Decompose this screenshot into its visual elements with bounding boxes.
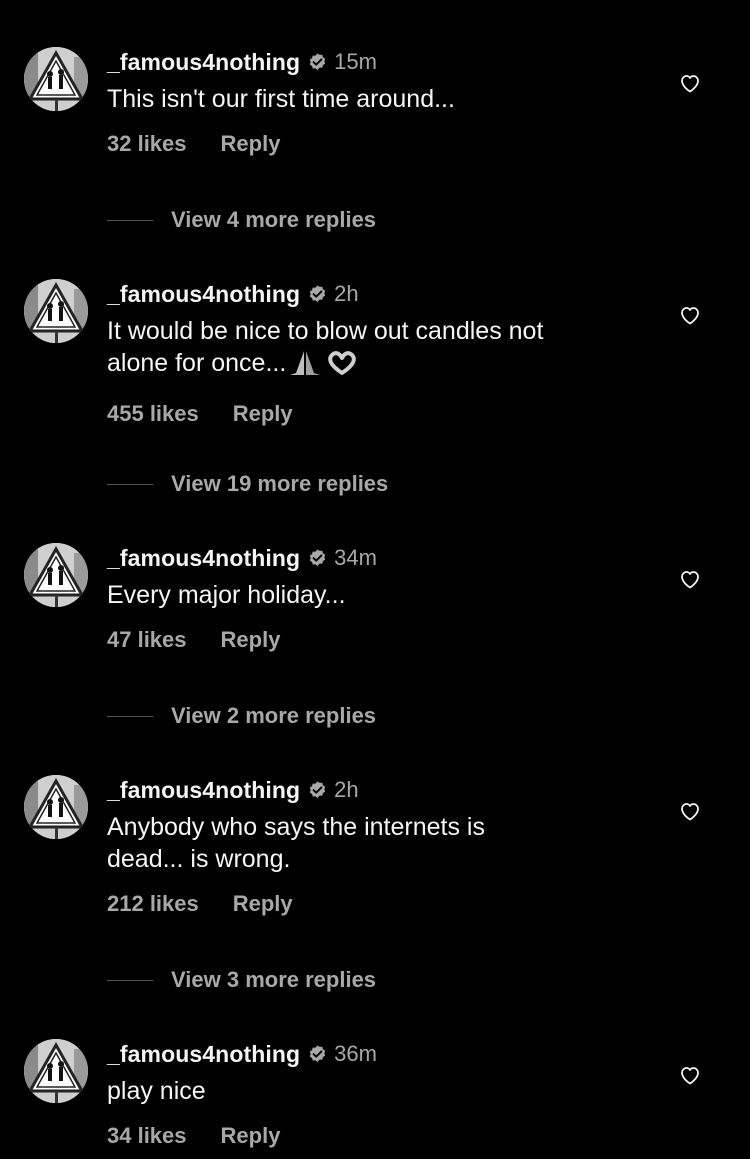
comment-text: play nice xyxy=(107,1077,206,1105)
avatar[interactable] xyxy=(24,279,88,343)
comment-timestamp: 15m xyxy=(334,49,377,74)
comment-body: _famous4nothing 2h It would be nice to b… xyxy=(107,279,647,429)
comment-body: _famous4nothing 15m This isn't our first… xyxy=(107,47,647,159)
comment-header: _famous4nothing 15m xyxy=(107,47,647,77)
comment-body: _famous4nothing 36m play nice 34 likes R… xyxy=(107,1039,647,1151)
username[interactable]: _famous4nothing xyxy=(107,49,300,76)
heart-outline-icon[interactable] xyxy=(678,1063,702,1087)
warning-sign-avatar-icon xyxy=(24,775,88,839)
heart-outline-icon[interactable] xyxy=(678,799,702,823)
heart-outline-icon[interactable] xyxy=(678,303,702,327)
avatar[interactable] xyxy=(24,47,88,111)
comment-text: It would be nice to blow out candles not… xyxy=(107,315,647,385)
heart-hands-emoji xyxy=(324,349,360,385)
view-more-replies[interactable]: View 2 more replies xyxy=(107,701,376,731)
username[interactable]: _famous4nothing xyxy=(107,777,300,804)
warning-sign-avatar-icon xyxy=(24,543,88,607)
comment-body: _famous4nothing 34m Every major holiday.… xyxy=(107,543,647,655)
comment-meta: 455 likes Reply xyxy=(107,399,647,429)
divider-line xyxy=(107,483,153,485)
comment-header: _famous4nothing 2h xyxy=(107,775,647,805)
folded-hands-emoji xyxy=(288,349,322,385)
verified-badge-icon xyxy=(307,780,328,801)
warning-sign-avatar-icon xyxy=(24,279,88,343)
view-more-replies[interactable]: View 3 more replies xyxy=(107,965,376,995)
likes-count[interactable]: 32 likes xyxy=(107,131,187,157)
comment-text: Anybody who says the internets is dead..… xyxy=(107,813,485,873)
reply-button[interactable]: Reply xyxy=(221,1123,281,1149)
comment-header: _famous4nothing 2h xyxy=(107,279,647,309)
avatar[interactable] xyxy=(24,1039,88,1103)
comment-timestamp: 2h xyxy=(334,777,359,802)
username[interactable]: _famous4nothing xyxy=(107,1041,300,1068)
likes-count[interactable]: 212 likes xyxy=(107,891,199,917)
username[interactable]: _famous4nothing xyxy=(107,545,300,572)
comment-body: _famous4nothing 2h Anybody who says the … xyxy=(107,775,647,919)
view-more-replies-label: View 2 more replies xyxy=(171,703,377,728)
likes-count[interactable]: 47 likes xyxy=(107,627,187,653)
view-more-replies-label: View 4 more replies xyxy=(171,207,377,232)
reply-button[interactable]: Reply xyxy=(233,891,293,917)
comment-meta: 34 likes Reply xyxy=(107,1121,647,1151)
comment-timestamp: 2h xyxy=(334,281,359,306)
warning-sign-avatar-icon xyxy=(24,1039,88,1103)
verified-badge-icon xyxy=(307,284,328,305)
comment-text: Every major holiday... xyxy=(107,581,346,609)
view-more-replies[interactable]: View 4 more replies xyxy=(107,205,376,235)
verified-badge-icon xyxy=(307,52,328,73)
comment-timestamp: 36m xyxy=(334,1041,377,1066)
comment-meta: 32 likes Reply xyxy=(107,129,647,159)
username[interactable]: _famous4nothing xyxy=(107,281,300,308)
likes-count[interactable]: 34 likes xyxy=(107,1123,187,1149)
comment-meta: 212 likes Reply xyxy=(107,889,647,919)
reply-button[interactable]: Reply xyxy=(221,627,281,653)
comment-timestamp: 34m xyxy=(334,545,377,570)
heart-outline-icon[interactable] xyxy=(678,567,702,591)
divider-line xyxy=(107,219,153,221)
verified-badge-icon xyxy=(307,1044,328,1065)
view-more-replies[interactable]: View 19 more replies xyxy=(107,469,388,499)
heart-outline-icon[interactable] xyxy=(678,71,702,95)
reply-button[interactable]: Reply xyxy=(233,401,293,427)
likes-count[interactable]: 455 likes xyxy=(107,401,199,427)
avatar[interactable] xyxy=(24,543,88,607)
comment-meta: 47 likes Reply xyxy=(107,625,647,655)
comment-header: _famous4nothing 36m xyxy=(107,1039,647,1069)
view-more-replies-label: View 3 more replies xyxy=(171,967,377,992)
verified-badge-icon xyxy=(307,548,328,569)
reply-button[interactable]: Reply xyxy=(221,131,281,157)
avatar[interactable] xyxy=(24,775,88,839)
divider-line xyxy=(107,715,153,717)
view-more-replies-label: View 19 more replies xyxy=(171,471,389,496)
comment-header: _famous4nothing 34m xyxy=(107,543,647,573)
warning-sign-avatar-icon xyxy=(24,47,88,111)
comment-text: This isn't our first time around... xyxy=(107,85,455,113)
divider-line xyxy=(107,979,153,981)
